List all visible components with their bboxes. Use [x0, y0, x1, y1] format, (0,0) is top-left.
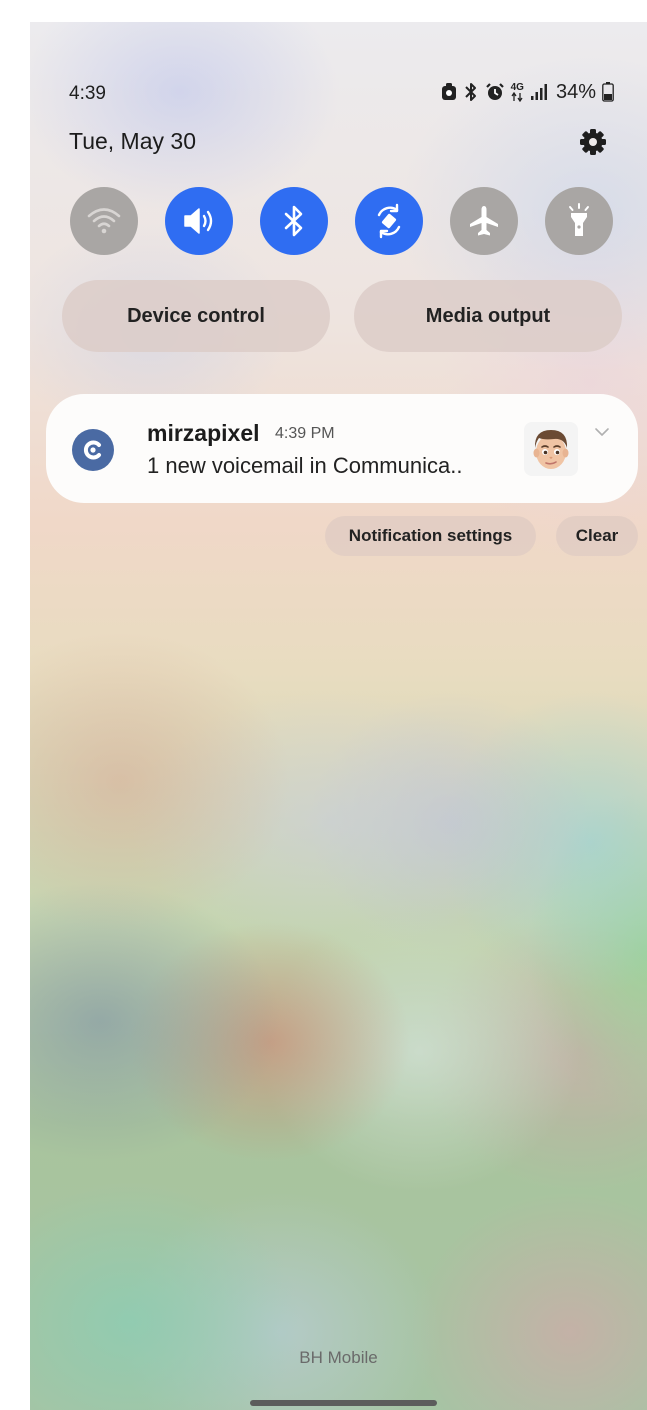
settings-gear-icon[interactable]: [579, 128, 607, 156]
avatar: [524, 422, 578, 476]
data-arrows-icon: [511, 91, 523, 102]
quick-settings-row: [70, 187, 615, 257]
notification-time: 4:39 PM: [275, 425, 335, 442]
alarm-icon: [485, 83, 504, 100]
auto-rotate-icon: [377, 203, 401, 239]
device-control-button[interactable]: Device control: [62, 280, 330, 352]
battery-icon: [602, 82, 614, 102]
notification-panel: 4:39 4G 34% Tue, May 30 Device control M…: [30, 22, 647, 1410]
notification-card[interactable]: mirzapixel 4:39 PM 1 new voicemail in Co…: [46, 394, 638, 503]
chevron-down-icon[interactable]: [594, 424, 610, 440]
home-indicator[interactable]: [250, 1400, 437, 1406]
flashlight-icon: [569, 203, 589, 236]
lock-badge-icon: [441, 83, 456, 100]
wifi-toggle[interactable]: [70, 187, 138, 255]
sound-toggle[interactable]: [165, 187, 233, 255]
airplane-mode-toggle[interactable]: [450, 187, 518, 255]
wifi-icon: [87, 208, 121, 234]
flashlight-toggle[interactable]: [545, 187, 613, 255]
network-type: 4G: [510, 81, 524, 93]
clear-button[interactable]: Clear: [556, 516, 638, 556]
bluetooth-icon: [284, 205, 303, 237]
communicator-logo-icon: [83, 440, 101, 460]
battery-percent: 34%: [555, 80, 596, 103]
airplane-mode-icon: [470, 206, 498, 236]
media-output-button[interactable]: Media output: [354, 280, 622, 352]
carrier-label: BH Mobile: [299, 1348, 378, 1367]
panel-date: Tue, May 30: [69, 128, 196, 154]
app-icon: [72, 429, 114, 471]
auto-rotate-toggle[interactable]: [355, 187, 423, 255]
bluetooth-status-icon: [464, 83, 476, 101]
signal-icon: [530, 84, 547, 100]
sound-icon: [184, 208, 213, 234]
notification-body: 1 new voicemail in Communica..: [147, 453, 463, 478]
bluetooth-toggle[interactable]: [260, 187, 328, 255]
notification-app-name: mirzapixel: [147, 420, 260, 446]
notification-settings-button[interactable]: Notification settings: [325, 516, 536, 556]
memoji-avatar-icon: [533, 430, 569, 469]
status-icons: 4G 34%: [441, 80, 614, 104]
status-time: 4:39: [69, 83, 106, 104]
